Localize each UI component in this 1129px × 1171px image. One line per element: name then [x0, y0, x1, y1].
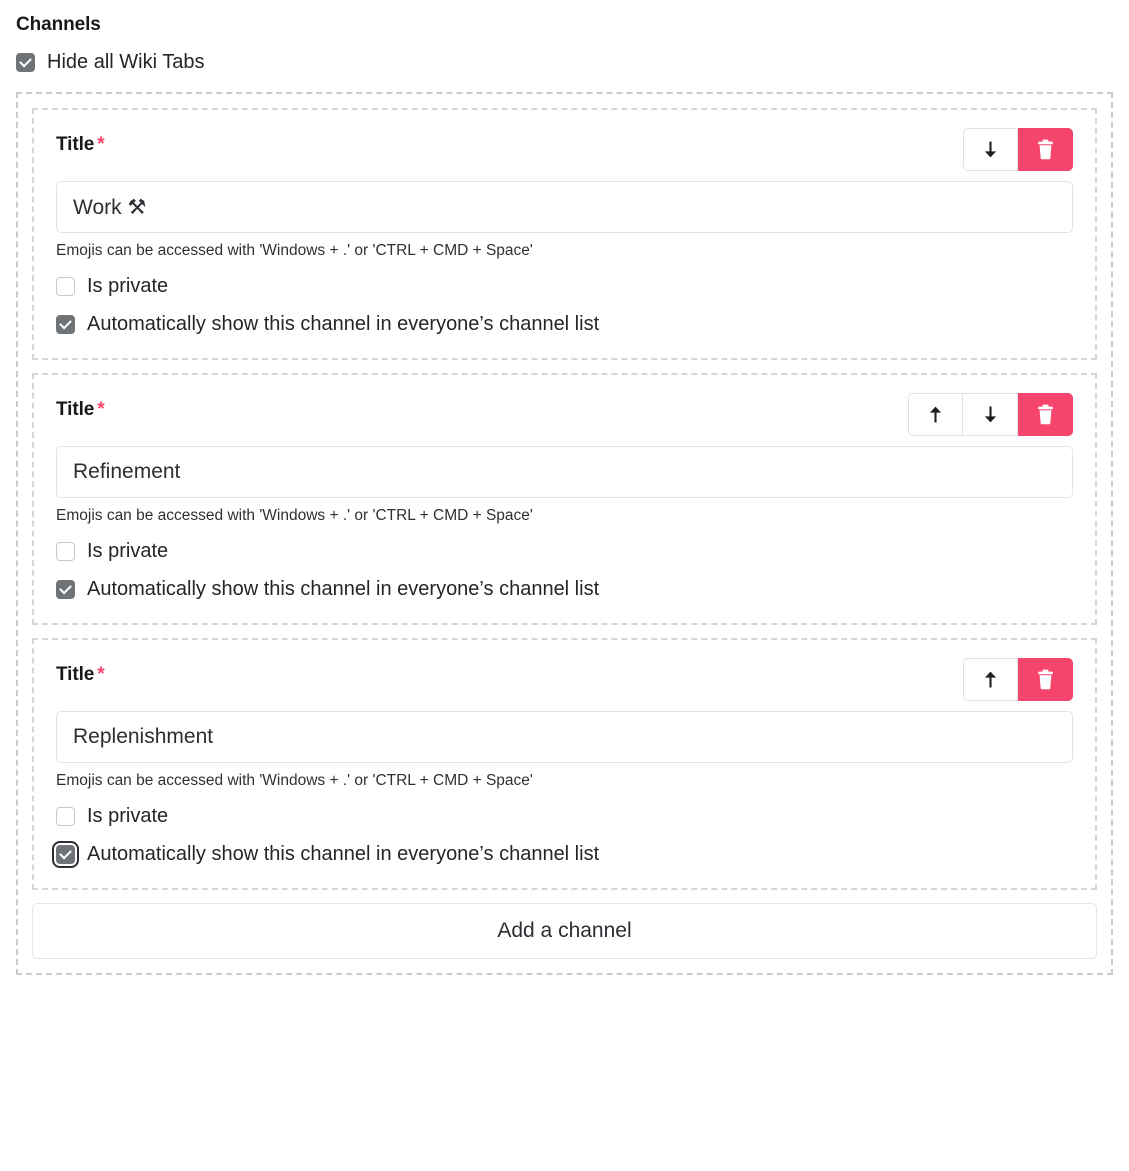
emoji-help-text: Emojis can be accessed with 'Windows + .… [56, 507, 533, 524]
required-asterisk: * [97, 399, 105, 420]
auto-show-checkbox[interactable] [56, 579, 75, 599]
hide-all-wiki-tabs-checkbox[interactable] [16, 52, 35, 72]
channel-block-header: Title * [56, 128, 1073, 172]
auto-show-label: Automatically show this channel in every… [87, 578, 600, 600]
channel-title-input[interactable] [56, 446, 1073, 498]
channel-title-input[interactable] [56, 181, 1073, 233]
title-field-label: Title * [56, 393, 105, 421]
auto-show-row[interactable]: Automatically show this channel in every… [56, 312, 1073, 336]
emoji-help-text: Emojis can be accessed with 'Windows + .… [56, 772, 533, 789]
is-private-row[interactable]: Is private [56, 804, 1073, 828]
channel-action-buttons [963, 658, 1073, 701]
trash-icon [1036, 139, 1055, 160]
auto-show-checkbox[interactable] [56, 314, 75, 334]
arrow-down-icon [982, 140, 999, 159]
title-field-label: Title * [56, 128, 105, 156]
auto-show-checkbox[interactable] [52, 840, 79, 868]
required-asterisk: * [97, 664, 105, 685]
channel-action-buttons [963, 128, 1073, 171]
trash-icon [1036, 669, 1055, 690]
hide-all-wiki-tabs-row[interactable]: Hide all Wiki Tabs [16, 50, 1113, 74]
move-channel-up-button[interactable] [963, 658, 1018, 701]
arrow-down-icon [982, 405, 999, 424]
arrow-up-icon [982, 670, 999, 689]
page-title: Channels [16, 14, 101, 35]
channel-blocks: Title*Emojis can be accessed with 'Windo… [32, 108, 1097, 890]
channel-title-input[interactable] [56, 711, 1073, 763]
move-channel-up-button[interactable] [908, 393, 963, 436]
auto-show-label: Automatically show this channel in every… [87, 313, 600, 335]
move-channel-down-button[interactable] [963, 128, 1018, 171]
add-channel-button[interactable]: Add a channel [32, 903, 1097, 959]
trash-icon [1036, 404, 1055, 425]
hide-all-wiki-tabs-label: Hide all Wiki Tabs [47, 51, 205, 73]
channel-action-buttons [908, 393, 1073, 436]
emoji-help-text: Emojis can be accessed with 'Windows + .… [56, 242, 533, 259]
is-private-label: Is private [87, 275, 169, 297]
channels-settings-page: Channels Hide all Wiki Tabs Title*Emojis… [0, 0, 1129, 975]
delete-channel-button[interactable] [1018, 393, 1073, 436]
required-asterisk: * [97, 134, 105, 155]
auto-show-label: Automatically show this channel in every… [87, 843, 600, 865]
channel-block: Title* Emojis can be accessed with 'Windo… [32, 638, 1097, 890]
auto-show-row[interactable]: Automatically show this channel in every… [52, 840, 1073, 868]
is-private-label: Is private [87, 540, 169, 562]
title-label-text: Title [56, 399, 95, 420]
channel-block-header: Title * [56, 658, 1073, 702]
channel-block: Title* Emojis can be accessed with 'Windo… [32, 108, 1097, 360]
is-private-row[interactable]: Is private [56, 539, 1073, 563]
title-label-text: Title [56, 664, 95, 685]
delete-channel-button[interactable] [1018, 658, 1073, 701]
channel-block-header: Title * [56, 393, 1073, 437]
channel-block: Title* Emojis can be accessed with 'Windo… [32, 373, 1097, 625]
is-private-checkbox[interactable] [56, 806, 75, 826]
delete-channel-button[interactable] [1018, 128, 1073, 171]
is-private-checkbox[interactable] [56, 276, 75, 296]
is-private-checkbox[interactable] [56, 541, 75, 561]
is-private-row[interactable]: Is private [56, 274, 1073, 298]
title-label-text: Title [56, 134, 95, 155]
is-private-label: Is private [87, 805, 169, 827]
move-channel-down-button[interactable] [963, 393, 1018, 436]
auto-show-row[interactable]: Automatically show this channel in every… [56, 577, 1073, 601]
arrow-up-icon [927, 405, 944, 424]
title-field-label: Title * [56, 658, 105, 686]
channels-list-container: Title*Emojis can be accessed with 'Windo… [16, 92, 1113, 975]
